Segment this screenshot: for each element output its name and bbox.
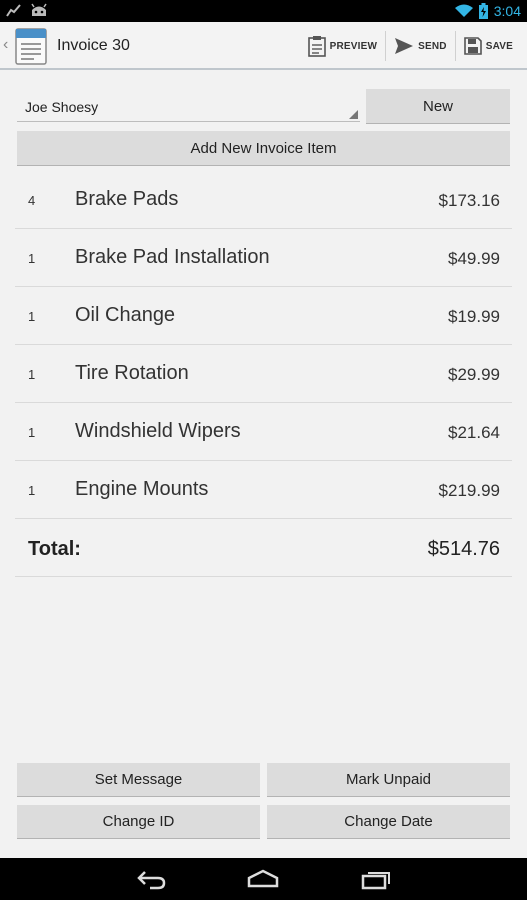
total-value: $514.76 — [427, 538, 500, 560]
status-bar: 3:04 — [0, 0, 527, 22]
recent-apps-icon[interactable] — [360, 866, 392, 892]
wifi-icon — [454, 4, 473, 17]
home-icon[interactable] — [246, 866, 280, 892]
up-caret-icon[interactable]: ‹ — [3, 36, 13, 56]
item-price: $21.64 — [448, 423, 500, 442]
activity-graph-icon — [6, 4, 21, 17]
send-label: SEND — [418, 40, 447, 52]
item-name: Engine Mounts — [75, 478, 209, 500]
app-invoice-icon[interactable] — [14, 26, 48, 66]
set-message-button[interactable]: Set Message — [17, 763, 260, 797]
total-label: Total: — [28, 538, 81, 560]
customer-name: Joe Shoesy — [25, 99, 99, 115]
item-quantity: 1 — [28, 425, 36, 440]
invoice-item-row[interactable]: 1 Windshield Wipers $21.64 — [15, 403, 512, 461]
item-name: Brake Pad Installation — [75, 246, 270, 268]
invoice-items-list: 4 Brake Pads $173.16 1 Brake Pad Install… — [15, 171, 512, 577]
change-date-button[interactable]: Change Date — [267, 805, 510, 839]
item-quantity: 1 — [28, 483, 36, 498]
total-row: Total: $514.76 — [15, 519, 512, 577]
save-icon — [463, 37, 482, 55]
invoice-item-row[interactable]: 1 Engine Mounts $219.99 — [15, 461, 512, 519]
battery-charging-icon — [478, 3, 488, 19]
invoice-item-row[interactable]: 4 Brake Pads $173.16 — [15, 171, 512, 229]
item-quantity: 1 — [28, 367, 36, 382]
item-price: $19.99 — [448, 307, 500, 326]
add-invoice-item-button[interactable]: Add New Invoice Item — [17, 131, 510, 166]
item-quantity: 1 — [28, 251, 36, 266]
item-name: Brake Pads — [75, 188, 179, 210]
item-name: Windshield Wipers — [75, 420, 241, 442]
android-robot-icon — [31, 3, 47, 16]
item-price: $173.16 — [438, 191, 500, 210]
item-price: $219.99 — [438, 481, 500, 500]
clipboard-icon — [307, 36, 326, 57]
page-title: Invoice 30 — [57, 37, 130, 54]
item-price: $29.99 — [448, 365, 500, 384]
item-price: $49.99 — [448, 249, 500, 268]
dropdown-arrow-icon — [349, 110, 358, 119]
back-icon[interactable] — [136, 866, 168, 892]
change-id-button[interactable]: Change ID — [17, 805, 260, 839]
preview-label: PREVIEW — [329, 40, 378, 52]
send-icon — [395, 38, 414, 54]
preview-button[interactable]: PREVIEW — [300, 22, 386, 70]
clock: 3:04 — [493, 3, 521, 19]
action-bar: ‹ Invoice 30 PREVIEW SEND SAVE — [0, 22, 527, 70]
item-quantity: 4 — [28, 193, 36, 208]
invoice-item-row[interactable]: 1 Oil Change $19.99 — [15, 287, 512, 345]
invoice-item-row[interactable]: 1 Tire Rotation $29.99 — [15, 345, 512, 403]
item-name: Tire Rotation — [75, 362, 189, 384]
new-customer-button[interactable]: New — [366, 89, 510, 124]
customer-spinner[interactable]: Joe Shoesy — [17, 90, 360, 122]
mark-unpaid-button[interactable]: Mark Unpaid — [267, 763, 510, 797]
save-button[interactable]: SAVE — [456, 22, 521, 70]
item-name: Oil Change — [75, 304, 176, 326]
navigation-bar — [0, 858, 527, 900]
save-label: SAVE — [485, 40, 513, 52]
invoice-item-row[interactable]: 1 Brake Pad Installation $49.99 — [15, 229, 512, 287]
item-quantity: 1 — [28, 309, 36, 324]
send-button[interactable]: SEND — [386, 22, 455, 70]
